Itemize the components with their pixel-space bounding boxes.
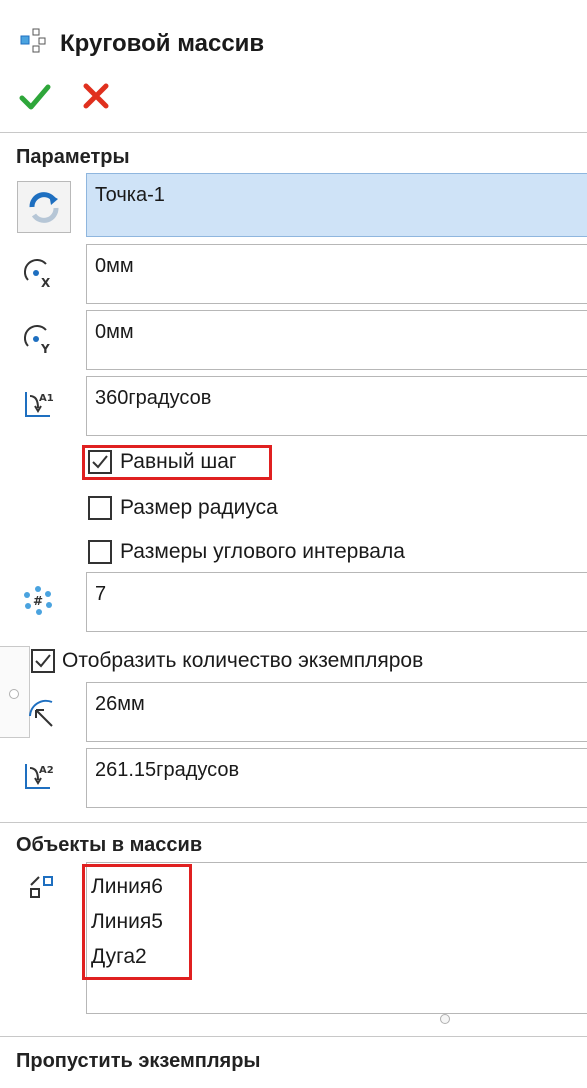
show-count-checkbox[interactable] <box>31 649 55 673</box>
center-x-field[interactable]: 0мм <box>86 244 587 304</box>
instance-count-icon: # <box>22 584 52 615</box>
total-angle-field[interactable]: 360градусов <box>86 376 587 436</box>
angle-interval-checkbox[interactable] <box>88 540 112 564</box>
rotate-direction-button[interactable] <box>17 181 71 233</box>
skip-instances-section-title[interactable]: Пропустить экземпляры <box>16 1050 261 1073</box>
arc-angle-value: 261.15градусов <box>95 759 240 781</box>
radius-dimension-checkbox[interactable] <box>88 496 112 520</box>
divider <box>0 132 587 133</box>
divider <box>0 1036 587 1037</box>
arc-angle-icon: A2 <box>22 760 54 790</box>
rotate-icon <box>29 192 59 223</box>
center-y-value: 0мм <box>95 321 134 343</box>
close-icon <box>83 83 109 109</box>
circular-pattern-icon <box>20 28 46 54</box>
angle-interval-option[interactable]: Размеры углового интервала <box>0 534 587 570</box>
highlight-box <box>82 864 192 980</box>
radius-dimension-label: Размер радиуса <box>120 496 278 519</box>
center-y-field[interactable]: 0мм <box>86 310 587 370</box>
highlight-box <box>82 445 272 480</box>
show-count-label: Отобразить количество экземпляров <box>62 649 424 672</box>
ok-button[interactable] <box>18 80 52 114</box>
cancel-button[interactable] <box>82 82 110 110</box>
show-count-option[interactable]: Отобразить количество экземпляров <box>0 644 587 678</box>
radius-field[interactable]: 26мм <box>86 682 587 742</box>
list-resize-handle[interactable] <box>440 1014 450 1024</box>
total-angle-value: 360градусов <box>95 387 212 409</box>
page-title: Круговой массив <box>60 30 265 57</box>
divider <box>0 822 587 823</box>
svg-text:A2: A2 <box>39 765 54 776</box>
radius-value: 26мм <box>95 693 145 715</box>
radius-icon <box>26 698 56 728</box>
svg-text:X: X <box>41 276 51 288</box>
instance-count-field[interactable]: 7 <box>86 572 587 632</box>
angle-interval-label: Размеры углового интервала <box>120 540 405 563</box>
center-x-icon: X <box>22 256 52 290</box>
center-y-icon: Y <box>22 322 52 356</box>
entities-section-title: Объекты в массив <box>16 834 203 856</box>
checkmark-icon <box>35 654 51 668</box>
parameters-section-title: Параметры <box>16 146 130 168</box>
svg-text:#: # <box>33 594 43 608</box>
total-angle-icon: A1 <box>22 388 54 418</box>
radius-dimension-option[interactable]: Размер радиуса <box>0 490 587 526</box>
center-point-field[interactable]: Точка-1 <box>86 173 587 237</box>
checkmark-icon <box>19 84 51 110</box>
center-point-value: Точка-1 <box>95 184 165 206</box>
svg-text:Y: Y <box>40 342 50 354</box>
handle-dot <box>9 689 19 699</box>
instance-count-value: 7 <box>95 583 107 605</box>
arc-angle-field[interactable]: 261.15градусов <box>86 748 587 808</box>
entities-icon <box>28 874 58 904</box>
center-x-value: 0мм <box>95 255 134 277</box>
svg-text:A1: A1 <box>39 393 54 404</box>
